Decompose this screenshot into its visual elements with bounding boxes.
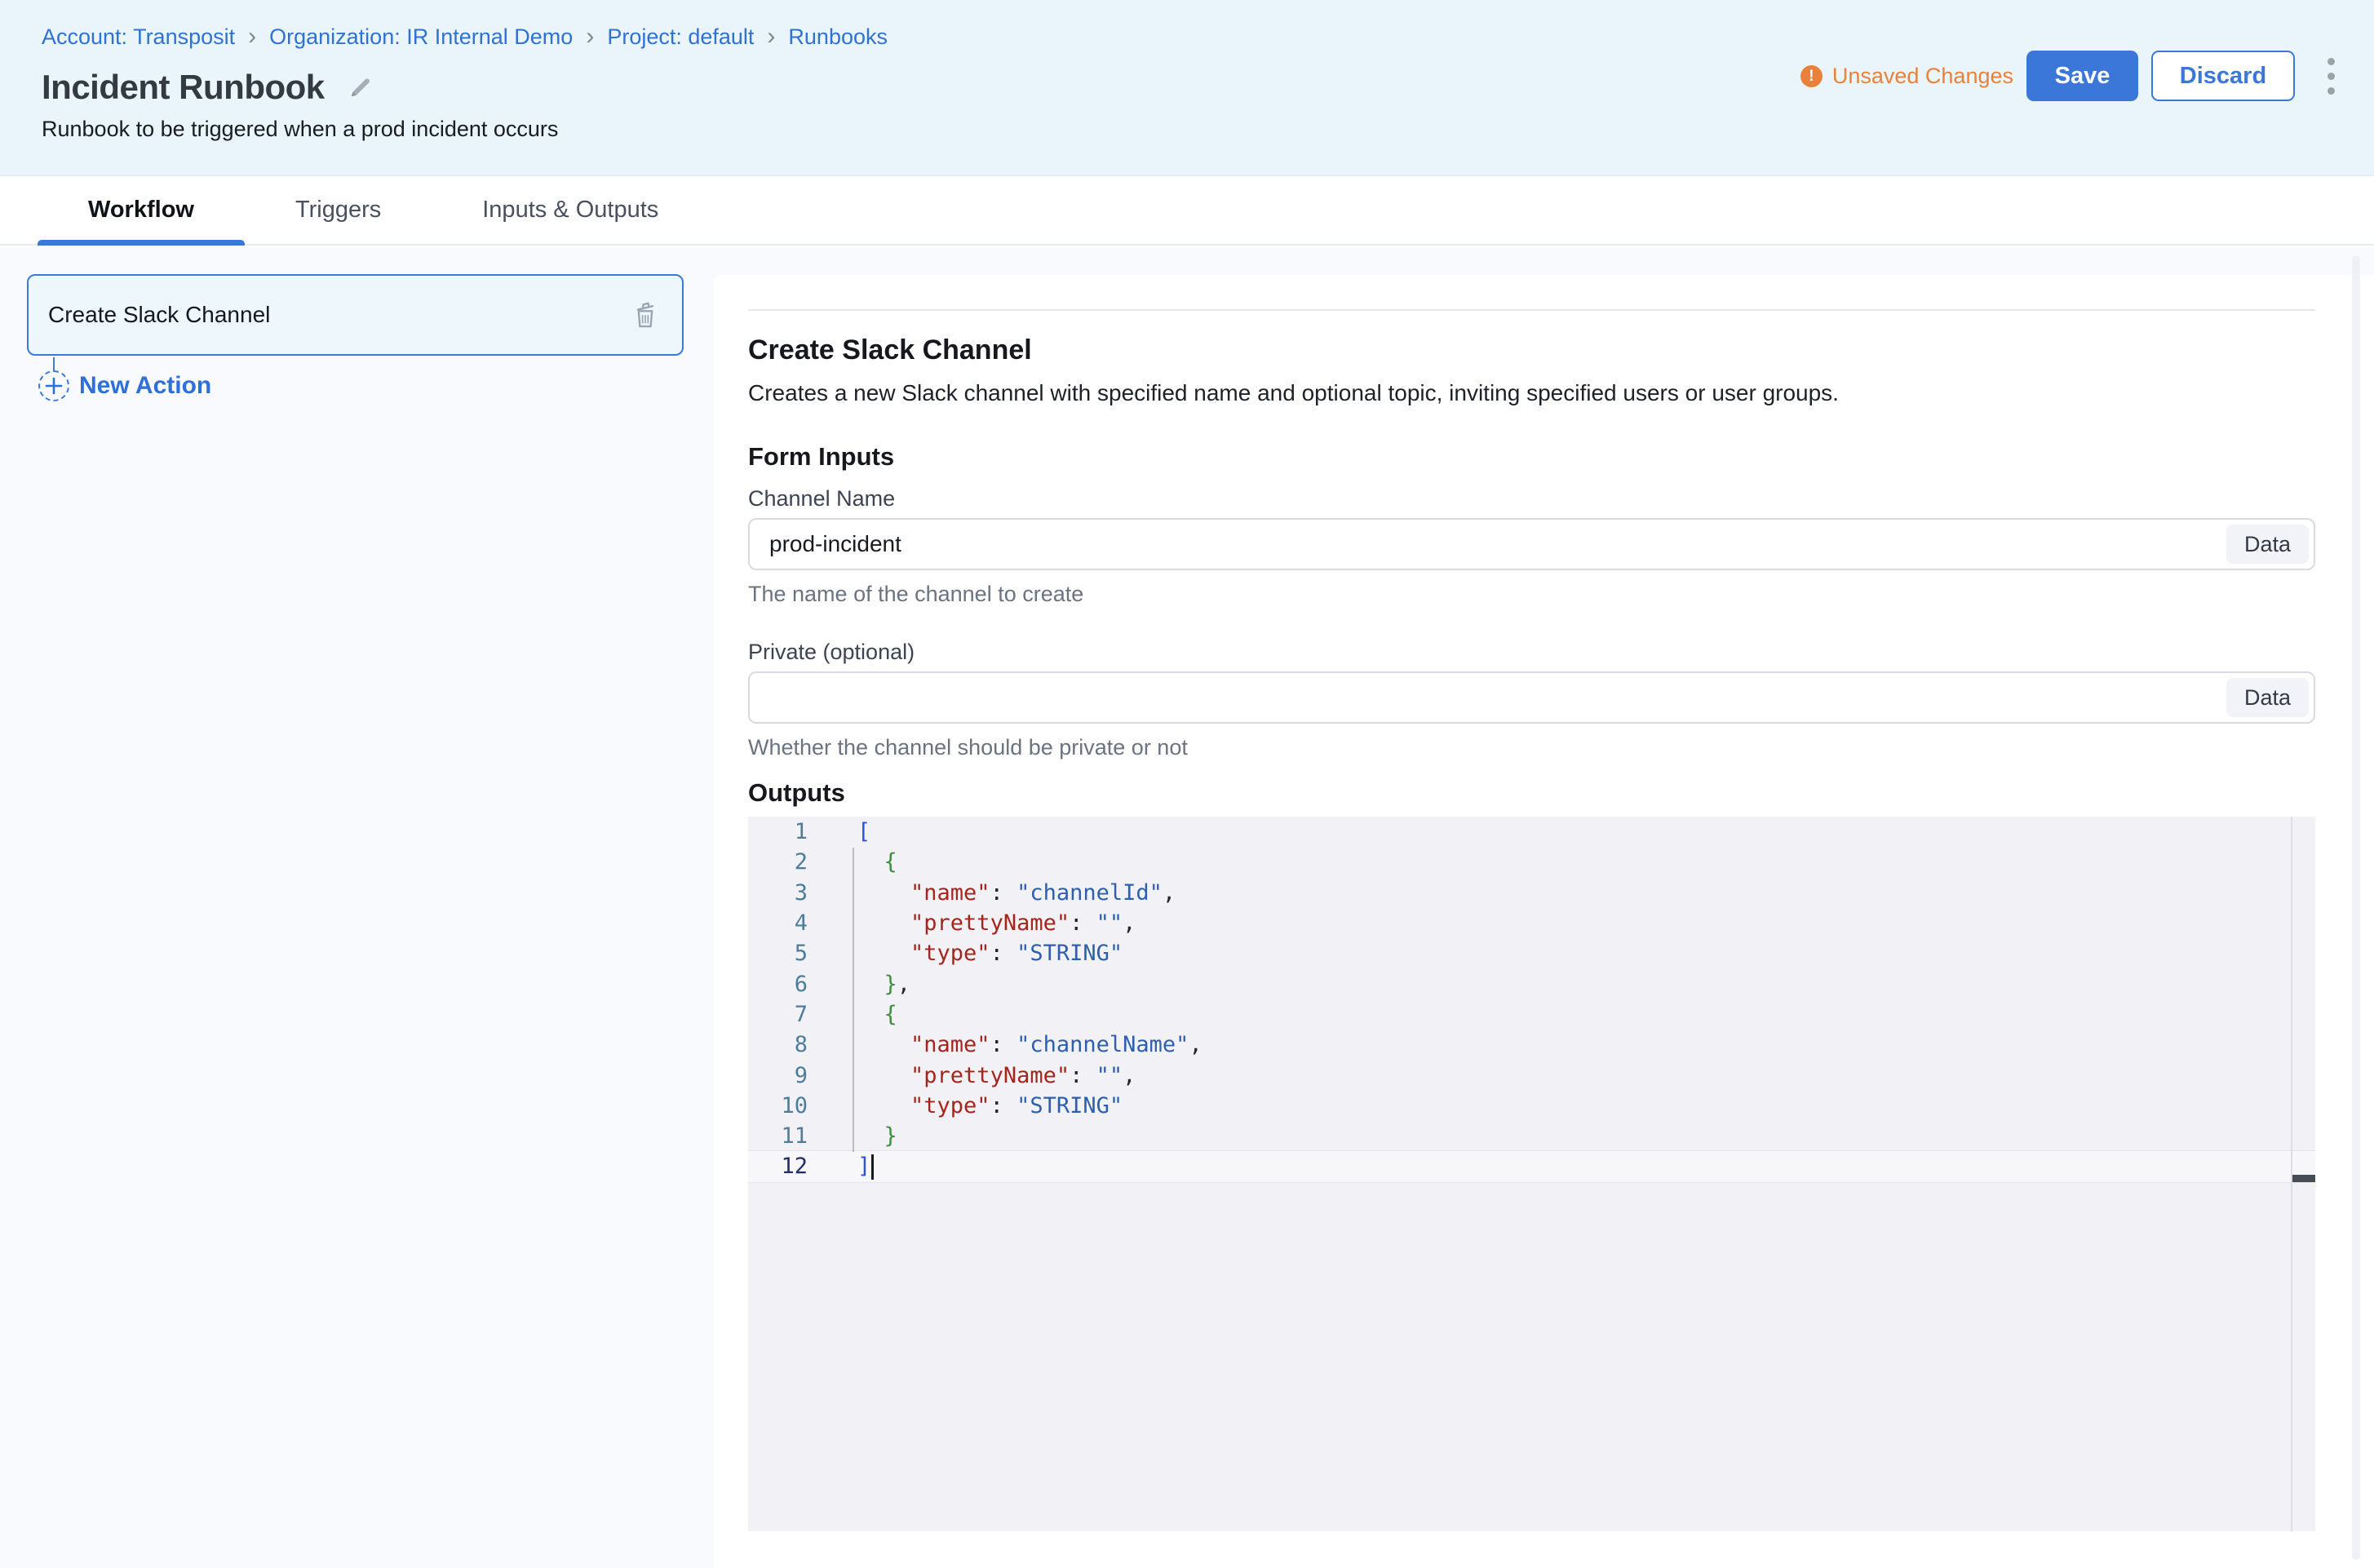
channel-name-label: Channel Name [748,485,2315,512]
line-number: 9 [748,1063,808,1088]
line-number: 6 [748,972,808,997]
private-data-button[interactable]: Data [2226,678,2309,717]
line-number: 12 [748,1154,808,1179]
breadcrumb-project[interactable]: Project: default [607,24,754,49]
code-line: 3 "name": "channelId", [748,878,2315,908]
page-subtitle: Runbook to be triggered when a prod inci… [42,116,2374,142]
channel-name-help: The name of the channel to create [748,582,2315,606]
outputs-code-editor[interactable]: 1[2 {3 "name": "channelId",4 "prettyName… [748,817,2315,1531]
tab-inputs-outputs[interactable]: Inputs & Outputs [432,176,709,244]
line-number: 4 [748,910,808,936]
code-text: "type": "STRING" [857,941,1123,966]
line-number: 10 [748,1093,808,1118]
workflow-connector-line [53,357,55,371]
breadcrumb-account[interactable]: Account: Transposit [42,24,235,49]
code-text: }, [857,972,910,997]
code-text: "type": "STRING" [857,1093,1123,1118]
outputs-heading: Outputs [748,777,2315,808]
editor-cursor-marker [2292,1175,2315,1182]
private-help: Whether the channel should be private or… [748,735,2315,760]
channel-name-data-button[interactable]: Data [2226,525,2309,564]
code-line: 11 } [748,1121,2315,1151]
breadcrumb: Account: Transposit › Organization: IR I… [42,24,2374,49]
new-action-label: New Action [79,372,211,400]
page-title: Incident Runbook [42,67,325,108]
page-scrollbar[interactable] [2352,255,2360,1560]
action-card-label: Create Slack Channel [48,302,627,328]
editor-scrollbar-track[interactable] [2291,817,2292,1531]
content-area: Create Slack Channel New Action [0,247,2374,1568]
code-line: 7 { [748,999,2315,1030]
form-inputs-heading: Form Inputs [748,441,2315,472]
code-line: 6 }, [748,968,2315,999]
code-line: 2 { [748,847,2315,877]
code-text: { [857,849,897,875]
active-tab-underline [38,240,245,246]
code-line: 10 "type": "STRING" [748,1091,2315,1121]
tab-workflow[interactable]: Workflow [38,176,245,244]
code-text: "name": "channelName", [857,1032,1203,1057]
private-input[interactable] [748,671,2315,724]
save-button[interactable]: Save [2026,51,2138,101]
action-detail-panel: Create Slack Channel Creates a new Slack… [714,275,2374,1568]
workflow-steps-panel: Create Slack Channel New Action [0,247,714,1568]
indent-guide-line [853,848,854,1152]
code-text: } [857,1123,897,1149]
code-text: "name": "channelId", [857,880,1176,906]
code-line: 8 "name": "channelName", [748,1030,2315,1060]
action-description: Creates a new Slack channel with specifi… [748,379,2315,407]
code-text: [ [857,819,870,844]
more-options-kebab-icon[interactable] [2324,55,2338,98]
unsaved-changes-status: ! Unsaved Changes [1800,64,2013,89]
line-number: 7 [748,1002,808,1027]
line-number: 2 [748,849,808,875]
code-line: 4 "prettyName": "", [748,908,2315,938]
chevron-right-icon: › [248,25,256,48]
code-text: { [857,1002,897,1027]
code-line: 5 "type": "STRING" [748,938,2315,968]
line-number: 3 [748,880,808,906]
chevron-right-icon: › [586,25,594,48]
app-window: Account: Transposit › Organization: IR I… [0,0,2374,1568]
private-field-wrap: Data [748,671,2315,724]
delete-action-button[interactable] [627,296,664,334]
header-actions: ! Unsaved Changes Save Discard [1800,51,2338,101]
tab-bar: Workflow Triggers Inputs & Outputs [0,176,2374,246]
discard-button[interactable]: Discard [2151,51,2295,101]
action-title: Create Slack Channel [748,334,2315,366]
line-number: 11 [748,1123,808,1149]
code-text: ] [857,1154,874,1180]
code-line: 9 "prettyName": "", [748,1060,2315,1090]
unsaved-changes-label: Unsaved Changes [1832,64,2013,89]
text-cursor [871,1154,874,1180]
tab-triggers[interactable]: Triggers [245,176,432,244]
new-action-button[interactable]: New Action [38,370,211,401]
workflow-action-card[interactable]: Create Slack Channel [27,274,684,356]
code-text: "prettyName": "", [857,910,1136,936]
code-line: 1[ [748,817,2315,847]
line-number: 1 [748,819,808,844]
chevron-right-icon: › [767,25,775,48]
top-divider [748,309,2315,311]
breadcrumb-organization[interactable]: Organization: IR Internal Demo [269,24,573,49]
channel-name-field-wrap: Data [748,518,2315,570]
line-number: 5 [748,941,808,966]
channel-name-input[interactable] [748,518,2315,570]
code-line: 12] [748,1150,2315,1182]
page-header: Account: Transposit › Organization: IR I… [0,0,2374,176]
edit-title-pencil-icon[interactable] [346,73,375,102]
alert-icon: ! [1800,65,1823,87]
private-label: Private (optional) [748,639,2315,665]
code-lines: 1[2 {3 "name": "channelId",4 "prettyName… [748,817,2315,1183]
line-number: 8 [748,1032,808,1057]
breadcrumb-runbooks[interactable]: Runbooks [788,24,888,49]
plus-icon [38,370,69,401]
code-text: "prettyName": "", [857,1063,1136,1088]
